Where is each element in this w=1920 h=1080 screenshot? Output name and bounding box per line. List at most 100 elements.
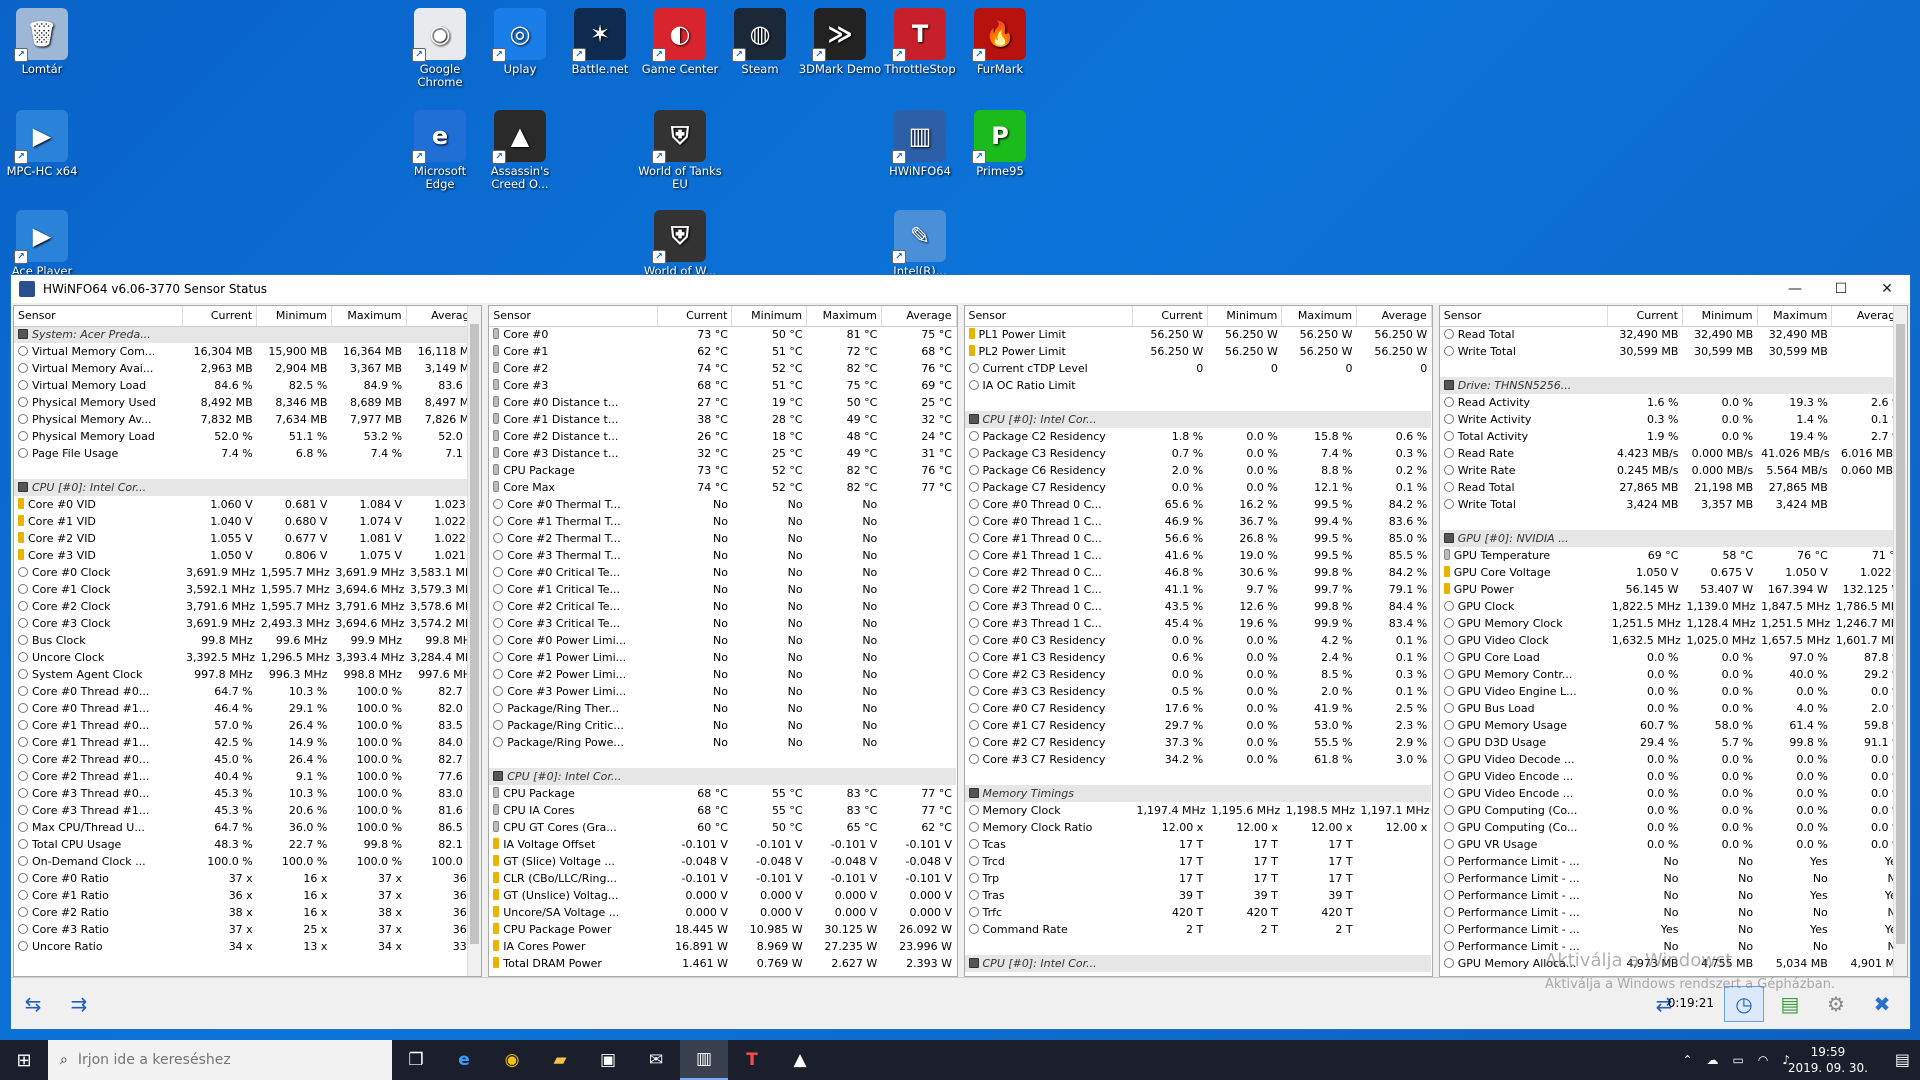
sensor-row[interactable]: Package/Ring Powe... No No No	[489, 734, 956, 751]
sensor-row[interactable]: CPU Package 68 °C 55 °C 83 °C 77 °C	[489, 785, 956, 802]
sensor-row[interactable]: CLR (CBo/LLC/Ring... -0.101 V -0.101 V -0.1…	[489, 870, 956, 887]
sensor-row[interactable]: Virtual Memory Com... 16,304 MB 15,900 MB 1…	[14, 343, 481, 360]
sensor-row[interactable]: GPU Computing (Co... 0.0 % 0.0 % 0.0 % 0.0 %	[1440, 802, 1907, 819]
sensor-row[interactable]: Total Activity 1.9 % 0.0 % 19.4 % 2.7 %	[1440, 428, 1907, 445]
sensor-row[interactable]: Package C3 Residency 0.7 % 0.0 % 7.4 % 0.3 %	[965, 445, 1432, 462]
desktop-icon-recycle-bin[interactable]: 🗑 ↗ Lomtár	[0, 8, 84, 76]
sensor-row[interactable]: GPU Bus Load 0.0 % 0.0 % 4.0 % 2.0 %	[1440, 700, 1907, 717]
column-header-sensor[interactable]: Sensor	[489, 306, 658, 327]
sensor-row[interactable]: Core #2 C7 Residency 37.3 % 0.0 % 55.5 % 2.9…	[965, 734, 1432, 751]
vertical-scrollbar[interactable]	[1893, 306, 1907, 976]
desktop-icon-monitor[interactable]: ▶ ↗ MPC-HC x64	[0, 110, 84, 178]
sensor-row[interactable]: Core #2 Critical Te... No No No	[489, 598, 956, 615]
sensor-row[interactable]: Uncore Clock 3,392.5 MHz 1,296.5 MHz 3,393.…	[14, 649, 481, 666]
sensor-row[interactable]: Core #0 Clock 3,691.9 MHz 1,595.7 MHz 3,691…	[14, 564, 481, 581]
desktop-icon-edge[interactable]: e ↗ Microsoft Edge	[398, 110, 482, 191]
wifi-icon[interactable]: ◠	[1758, 1053, 1768, 1067]
sensor-row[interactable]: Core #2 Thread #0... 45.0 % 26.4 % 100.0 % 8…	[14, 751, 481, 768]
sensor-row[interactable]: Tras 39 T 39 T 39 T	[965, 887, 1432, 904]
sensor-row[interactable]: Total CPU Usage 48.3 % 22.7 % 99.8 % 82.1 %	[14, 836, 481, 853]
column-header-minimum[interactable]: Minimum	[731, 306, 808, 327]
sensor-row[interactable]: GPU Memory Clock 1,251.5 MHz 1,128.4 MHz 1,…	[1440, 615, 1907, 632]
column-header-current[interactable]: Current	[182, 306, 258, 327]
sensor-row[interactable]: GPU Video Encode ... 0.0 % 0.0 % 0.0 % 0.0 %	[1440, 768, 1907, 785]
scrollbar-thumb[interactable]	[470, 324, 480, 944]
scrollbar-thumb[interactable]	[1896, 324, 1905, 944]
sensor-row[interactable]: GPU Video Encode ... 0.0 % 0.0 % 0.0 % 0.0 %	[1440, 785, 1907, 802]
sensor-row[interactable]: Page File Usage 7.4 % 6.8 % 7.4 % 7.1 %	[14, 445, 481, 462]
notification-icon[interactable]: ▤	[1895, 1050, 1910, 1069]
edge-taskbar-icon[interactable]: e	[440, 1040, 488, 1080]
sensor-row[interactable]: Core #1 C3 Residency 0.6 % 0.0 % 2.4 % 0.1 %	[965, 649, 1432, 666]
desktop-icon-wot[interactable]: ⛨ ↗ World of Tanks EU	[638, 110, 722, 191]
sensor-row[interactable]: Write Total 3,424 MB 3,357 MB 3,424 MB	[1440, 496, 1907, 513]
column-header-current[interactable]: Current	[1607, 306, 1683, 327]
desktop-icon-gamecenter[interactable]: ◐ ↗ Game Center	[638, 8, 722, 76]
column-header-average[interactable]: Average	[881, 306, 957, 327]
ac-taskbar-icon[interactable]: ▲	[776, 1040, 824, 1080]
column-header-minimum[interactable]: Minimum	[1207, 306, 1283, 327]
sensor-row[interactable]: Bus Clock 99.8 MHz 99.6 MHz 99.9 MHz 99.8 MH…	[14, 632, 481, 649]
sensor-row[interactable]: Core #2 C3 Residency 0.0 % 0.0 % 8.5 % 0.3 %	[965, 666, 1432, 683]
column-header-minimum[interactable]: Minimum	[256, 306, 332, 327]
desktop-icon-hwinfo[interactable]: ▥ ↗ HWiNFO64	[878, 110, 962, 178]
sensor-row[interactable]: Package/Ring Critic... No No No	[489, 717, 956, 734]
column-header-current[interactable]: Current	[1132, 306, 1208, 327]
sensor-pane-3[interactable]: Sensor Current Minimum Maximum Average PL1 Po…	[963, 305, 1433, 977]
sensor-row[interactable]: Core #1 Clock 3,592.1 MHz 1,595.7 MHz 3,694…	[14, 581, 481, 598]
sensor-row[interactable]: CPU GT Cores (Gra... 60 °C 50 °C 65 °C 62 °C	[489, 819, 956, 836]
sensor-row[interactable]: Read Total 32,490 MB 32,490 MB 32,490 MB	[1440, 326, 1907, 343]
sensor-row[interactable]: Virtual Memory Avai... 2,963 MB 2,904 MB 3,…	[14, 360, 481, 377]
sensor-row[interactable]: Core #1 C7 Residency 29.7 % 0.0 % 53.0 % 2.3…	[965, 717, 1432, 734]
desktop-icon-ac[interactable]: ▲ ↗ Assassin's Creed O...	[478, 110, 562, 191]
sensor-row[interactable]: Max CPU/Thread U... 64.7 % 36.0 % 100.0 % 86…	[14, 819, 481, 836]
taskbar-clock[interactable]: 19:59 2019. 09. 30.	[1788, 1044, 1868, 1076]
sensor-row[interactable]: Core #1 VID 1.040 V 0.680 V 1.074 V 1.022 V	[14, 513, 481, 530]
task-view-icon[interactable]: ❐	[392, 1040, 440, 1080]
sensor-row[interactable]: Uncore/SA Voltage ... 0.000 V 0.000 V 0.000…	[489, 904, 956, 921]
sensor-row[interactable]: Performance Limit - ...NoNoNoNo	[1440, 870, 1907, 887]
sensor-row[interactable]: Performance Limit - ...NoNoNoNo	[1440, 904, 1907, 921]
sensor-row[interactable]: Core #0 C3 Residency 0.0 % 0.0 % 4.2 % 0.1 %	[965, 632, 1432, 649]
maximize-button[interactable]: ☐	[1818, 275, 1864, 303]
desktop-icon-furmark[interactable]: 🔥 ↗ FurMark	[958, 8, 1042, 76]
sensor-row[interactable]: Physical Memory Load 52.0 % 51.1 % 53.2 % 52…	[14, 428, 481, 445]
vertical-scrollbar[interactable]	[467, 306, 482, 976]
sensor-row[interactable]: Package C7 Residency 0.0 % 0.0 % 12.1 % 0.1 …	[965, 479, 1432, 496]
sensor-group-row[interactable]: CPU [#0]: Intel Cor...	[964, 955, 1432, 972]
sensor-row[interactable]: Total DRAM Power 1.461 W 0.769 W 2.627 W 2.3…	[489, 955, 956, 972]
sensor-row[interactable]: CPU IA Cores 68 °C 55 °C 83 °C 77 °C	[489, 802, 956, 819]
sensor-row[interactable]: GPU Memory Contr... 0.0 % 0.0 % 40.0 % 29.2 …	[1440, 666, 1907, 683]
sensor-row[interactable]: GPU Core Load 0.0 % 0.0 % 97.0 % 87.8 %	[1440, 649, 1907, 666]
sensor-group-row[interactable]: Memory Timings	[964, 785, 1432, 802]
sensor-row[interactable]: Core #3 Distance t... 32 °C 25 °C 49 °C 31 °…	[489, 445, 956, 462]
taskbar-search[interactable]: ⌕	[48, 1040, 392, 1080]
sensor-row[interactable]: Core #3 Power Limi... No No No	[489, 683, 956, 700]
sensor-row[interactable]: Core Max 74 °C 52 °C 82 °C 77 °C	[489, 479, 956, 496]
window-titlebar[interactable]: HWiNFO64 v6.06-3770 Sensor Status — ☐ ✕	[11, 275, 1910, 303]
sensor-row[interactable]: Core #0 Thread 0 C... 65.6 % 16.2 % 99.5 % 8…	[965, 496, 1432, 513]
sensor-row[interactable]: Trcd 17 T 17 T 17 T	[965, 853, 1432, 870]
sensor-row[interactable]: Core #0 Thread #1... 46.4 % 29.1 % 100.0 % 8…	[14, 700, 481, 717]
minimize-button[interactable]: —	[1772, 275, 1818, 303]
sensor-row[interactable]: Core #1 62 °C 51 °C 72 °C 68 °C	[489, 343, 956, 360]
sensor-row[interactable]: On-Demand Clock ... 100.0 % 100.0 % 100.0 %…	[14, 853, 481, 870]
column-header-maximum[interactable]: Maximum	[1757, 306, 1833, 327]
sensor-row[interactable]: GPU Memory Usage 60.7 % 58.0 % 61.4 % 59.8 %	[1440, 717, 1907, 734]
onedrive-icon[interactable]: ☁	[1707, 1053, 1719, 1067]
sensor-row[interactable]: Core #2 74 °C 52 °C 82 °C 76 °C	[489, 360, 956, 377]
sensor-row[interactable]: Package C6 Residency 2.0 % 0.0 % 8.8 % 0.2 %	[965, 462, 1432, 479]
sensor-row[interactable]: Core #1 Thread 0 C... 56.6 % 26.8 % 99.5 % 8…	[965, 530, 1432, 547]
sensor-group-row[interactable]: CPU [#0]: Intel Cor...	[489, 768, 956, 785]
sensor-row[interactable]: Write Activity 0.3 % 0.0 % 1.4 % 0.1 %	[1440, 411, 1907, 428]
sensor-pane-4[interactable]: Sensor Current Minimum Maximum Average Read T…	[1438, 305, 1908, 977]
throttlestop-taskbar-icon[interactable]: T	[728, 1040, 776, 1080]
sensor-row[interactable]: Write Rate 0.245 MB/s 0.000 MB/s 5.564 MB/s…	[1440, 462, 1907, 479]
desktop-icon-chrome[interactable]: ◉ ↗ Google Chrome	[398, 8, 482, 89]
desktop-icon-monitor[interactable]: ▶ ↗ Ace Player	[0, 210, 84, 278]
sensor-row[interactable]: GPU Power 56.145 W 53.407 W 167.394 W 132.12…	[1440, 581, 1907, 598]
column-header-sensor[interactable]: Sensor	[964, 306, 1134, 327]
sensor-row[interactable]: IA OC Ratio Limit	[965, 377, 1432, 394]
sensor-row[interactable]: GT (Slice) Voltage ... -0.048 V -0.048 V -0…	[489, 853, 956, 870]
sensor-row[interactable]: Core #3 VID 1.050 V 0.806 V 1.075 V 1.021 V	[14, 547, 481, 564]
